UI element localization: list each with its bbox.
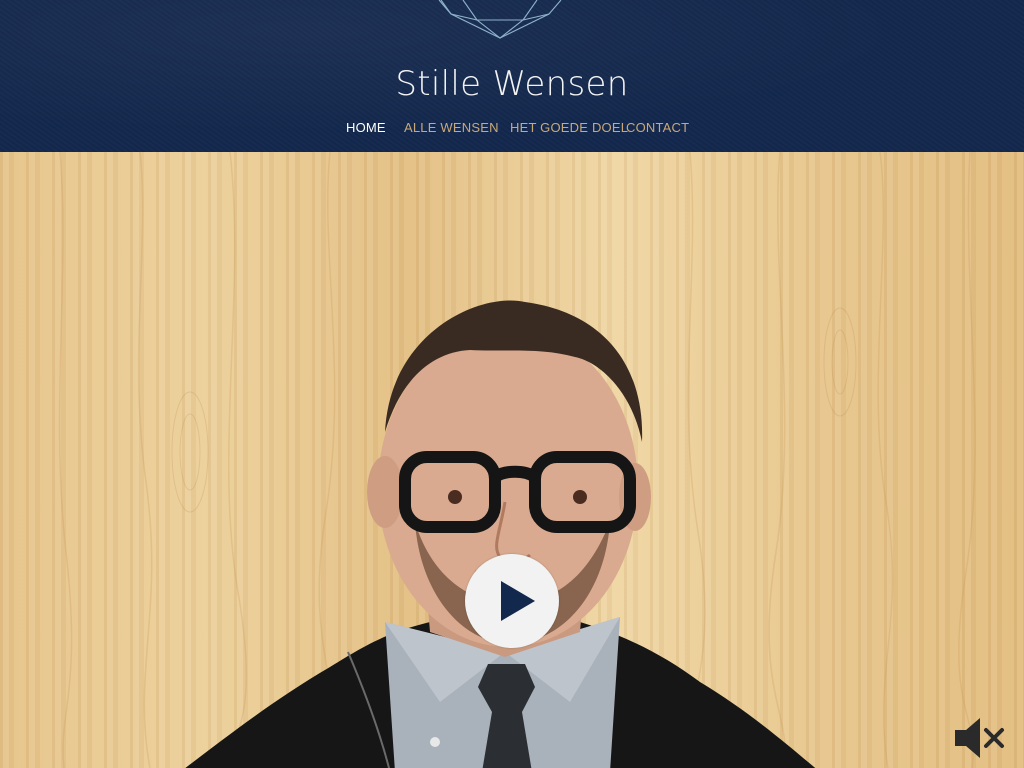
- nav-item-contact[interactable]: CONTACT: [626, 120, 689, 135]
- video-play-button[interactable]: [465, 554, 559, 648]
- person-portrait: [185, 300, 816, 768]
- volume-muted-icon[interactable]: [952, 716, 1008, 760]
- site-title[interactable]: Stille Wensen: [0, 64, 1024, 104]
- site-header: Stille Wensen HOME ALLE WENSEN HET GOEDE…: [0, 0, 1024, 152]
- main-nav: HOME ALLE WENSEN HET GOEDE DOEL CONTACT: [0, 120, 1024, 138]
- nav-item-home[interactable]: HOME: [346, 120, 386, 135]
- nav-item-het-goede-doel[interactable]: HET GOEDE DOEL: [510, 120, 628, 135]
- nav-item-alle-wensen[interactable]: ALLE WENSEN: [404, 120, 499, 135]
- play-icon: [501, 581, 535, 621]
- video-stage[interactable]: [0, 152, 1024, 768]
- geometric-diamond-logo[interactable]: [437, 0, 563, 40]
